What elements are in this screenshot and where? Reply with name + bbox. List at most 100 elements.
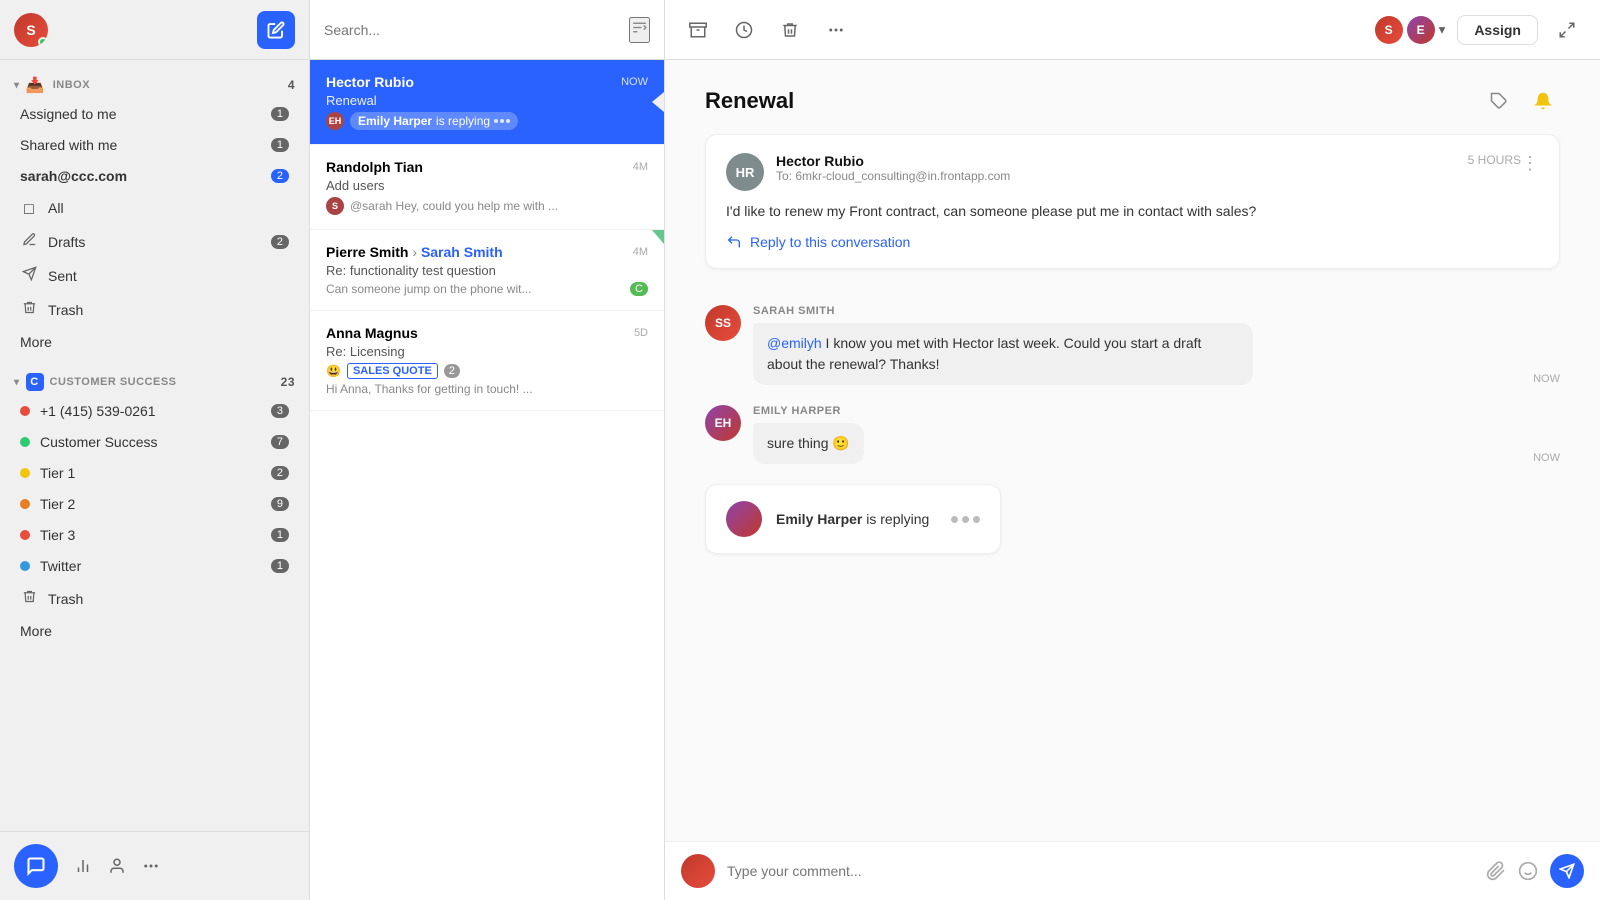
preview-avatar: S	[326, 197, 344, 215]
sidebar-item-drafts[interactable]: Drafts 2	[6, 225, 303, 258]
bell-button[interactable]	[1526, 84, 1560, 118]
user-initials: S	[26, 22, 35, 38]
footer-compose-button[interactable]	[14, 844, 58, 888]
conv-subject: Re: Licensing	[326, 344, 648, 359]
sidebar-item-phone[interactable]: +1 (415) 539-0261 3	[6, 396, 303, 426]
compose-button[interactable]	[257, 11, 295, 49]
cs-icon: C	[26, 373, 44, 391]
commenter-name: SARAH SMITH	[753, 305, 1521, 317]
comment-row: EH EMILY HARPER sure thing 🙂 NOW	[705, 405, 1560, 464]
assign-button[interactable]: Assign	[1457, 15, 1538, 45]
conv-preview: Can someone jump on the phone wit... C	[326, 282, 648, 296]
comment-content: EMILY HARPER sure thing 🙂	[753, 405, 1521, 464]
conversation-item[interactable]: Randolph Tian 4M Add users S @sarah Hey,…	[310, 145, 664, 230]
sidebar-item-sent[interactable]: Sent	[6, 259, 303, 292]
inbox-chevron[interactable]: ▾	[14, 80, 20, 91]
assigned-to-me-label: Assigned to me	[20, 106, 271, 122]
customer-success-section-header: ▾ C CUSTOMER SUCCESS 23	[0, 365, 309, 395]
conv-preview-text: @sarah Hey, could you help me with ...	[350, 199, 558, 213]
sender-info: Hector Rubio To: 6mkr-cloud_consulting@i…	[776, 153, 1468, 183]
conv-preview-text: Hi Anna, Thanks for getting in touch! ..…	[326, 382, 648, 396]
user-avatar[interactable]: S	[14, 13, 48, 47]
reply-label: Reply to this conversation	[750, 234, 910, 250]
snooze-button[interactable]	[727, 13, 761, 47]
shared-with-me-label: Shared with me	[20, 137, 271, 153]
inbox-label: Inbox	[53, 79, 90, 91]
more-label: More	[20, 334, 289, 350]
comment-avatar: EH	[705, 405, 741, 441]
assignees-dropdown[interactable]: ▾	[1439, 22, 1446, 38]
reply-link[interactable]: Reply to this conversation	[726, 234, 1539, 250]
sidebar-item-assigned-to-me[interactable]: Assigned to me 1	[6, 99, 303, 129]
conv-subject: Re: functionality test question	[326, 263, 648, 278]
tag-button[interactable]	[1482, 84, 1516, 118]
comment-text: sure thing 🙂	[767, 435, 850, 451]
drafts-icon	[20, 232, 38, 251]
conversation-item[interactable]: Pierre Smith › Sarah Smith 4M Re: functi…	[310, 230, 664, 311]
footer-more-button[interactable]	[142, 857, 160, 875]
online-indicator	[38, 37, 48, 47]
archive-button[interactable]	[681, 13, 715, 47]
conversation-item[interactable]: Hector Rubio NOW Renewal EH Emily Harper…	[310, 60, 664, 145]
sidebar-item-trash[interactable]: Trash	[6, 293, 303, 326]
main-message-card: HR Hector Rubio To: 6mkr-cloud_consultin…	[705, 134, 1560, 269]
emoji-button[interactable]	[1518, 861, 1538, 881]
sidebar-item-tier2[interactable]: Tier 2 9	[6, 489, 303, 519]
sort-button[interactable]	[629, 17, 650, 43]
assigned-to-me-badge: 1	[271, 107, 289, 121]
detail-more-button[interactable]	[819, 13, 853, 47]
conversation-item[interactable]: Anna Magnus 5D Re: Licensing 😃 SALES QUO…	[310, 311, 664, 411]
detail-toolbar: S E ▾ Assign	[665, 0, 1600, 60]
sales-quote-tag: SALES QUOTE	[347, 363, 438, 379]
message-more-button[interactable]: ⋮	[1521, 153, 1539, 174]
send-button[interactable]	[1550, 854, 1584, 888]
replying-text: is replying	[436, 114, 490, 128]
sidebar-item-cs-trash[interactable]: Trash	[6, 582, 303, 615]
sidebar-item-more[interactable]: More	[6, 327, 303, 357]
footer-person-button[interactable]	[108, 857, 126, 875]
replying-row: Emily Harper is replying	[705, 484, 1560, 554]
conv-preview: S @sarah Hey, could you help me with ...	[326, 197, 648, 215]
sidebar-item-all[interactable]: ◻ All	[6, 192, 303, 224]
message-body: I'd like to renew my Front contract, can…	[726, 201, 1539, 222]
sidebar-nav: ▾ 📥 Inbox 4 Assigned to me 1 Shared with…	[0, 60, 309, 831]
twitter-label: Twitter	[40, 558, 271, 574]
sidebar-item-cs-more[interactable]: More	[6, 616, 303, 646]
conv-subject: Add users	[326, 178, 648, 193]
cs-more-label: More	[20, 623, 289, 639]
to-address: To: 6mkr-cloud_consulting@in.frontapp.co…	[776, 169, 1468, 183]
sidebar-item-tier3[interactable]: Tier 3 1	[6, 520, 303, 550]
drafts-label: Drafts	[48, 234, 271, 250]
trash-label: Trash	[48, 302, 289, 318]
customer-success-label: Customer Success	[40, 434, 271, 450]
expand-button[interactable]	[1550, 13, 1584, 47]
drafts-badge: 2	[271, 235, 289, 249]
replying-name: Emily Harper	[358, 114, 432, 128]
detail-content-scroll: Renewal HR Hector Rubio To:	[665, 60, 1600, 841]
conv-sender-name: Hector Rubio	[326, 74, 414, 90]
tier2-label: Tier 2	[40, 496, 271, 512]
sidebar-item-twitter[interactable]: Twitter 1	[6, 551, 303, 581]
cs-label: CUSTOMER SUCCESS	[50, 376, 177, 388]
phone-badge: 3	[271, 404, 289, 418]
comment-bubble: @emilyh I know you met with Hector last …	[753, 323, 1253, 385]
message-sender-avatar: HR	[726, 153, 764, 191]
sidebar-item-customer-success[interactable]: Customer Success 7	[6, 427, 303, 457]
cs-chevron[interactable]: ▾	[14, 377, 20, 388]
conv-preview: EH Emily Harper is replying	[326, 112, 648, 130]
comment-input[interactable]	[727, 863, 1474, 879]
all-label: All	[48, 200, 289, 216]
sidebar-item-sarah-email[interactable]: sarah@ccc.com 2	[6, 161, 303, 191]
footer-chart-button[interactable]	[74, 857, 92, 875]
cs-badge: 23	[281, 375, 295, 389]
conv-sender-name: Pierre Smith › Sarah Smith	[326, 244, 503, 260]
tag-count: 2	[444, 364, 460, 378]
search-input[interactable]	[324, 22, 619, 38]
sidebar-item-shared-with-me[interactable]: Shared with me 1	[6, 130, 303, 160]
detail-title: Renewal	[705, 88, 794, 114]
sidebar-item-tier1[interactable]: Tier 1 2	[6, 458, 303, 488]
attachment-button[interactable]	[1486, 861, 1506, 881]
customer-success-badge: 7	[271, 435, 289, 449]
detail-title-icons	[1482, 84, 1560, 118]
detail-trash-button[interactable]	[773, 13, 807, 47]
